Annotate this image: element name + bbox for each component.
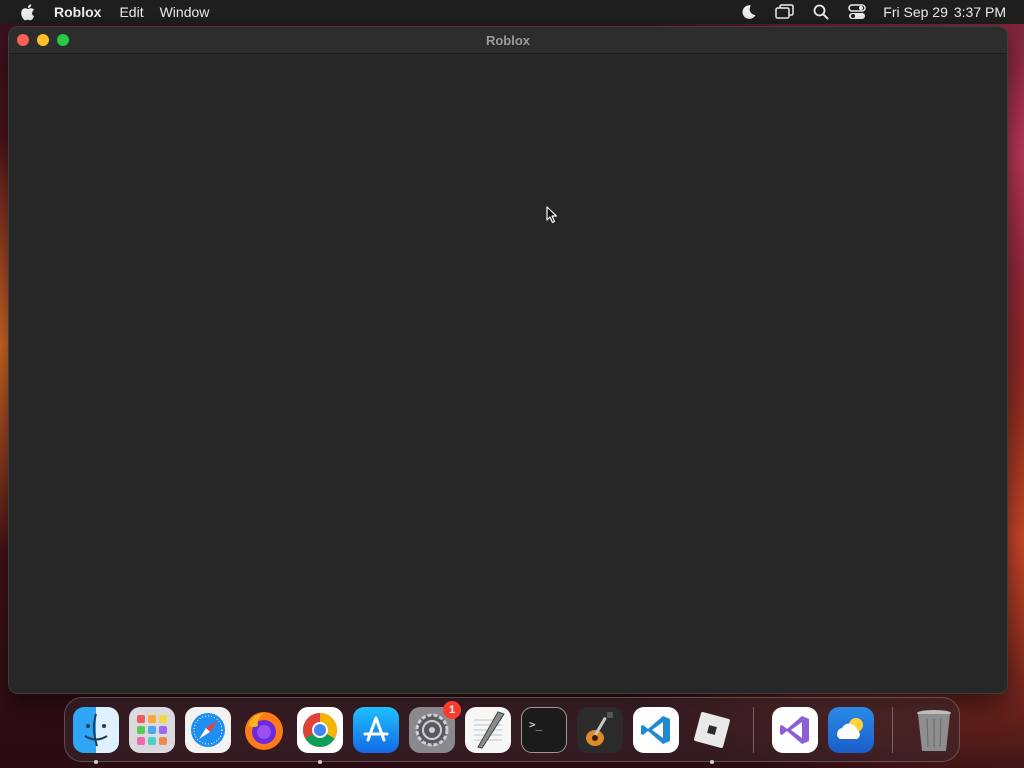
chrome-icon[interactable] bbox=[297, 706, 343, 764]
visual-studio-icon[interactable] bbox=[772, 706, 818, 753]
app-store-icon[interactable] bbox=[353, 706, 399, 753]
terminal-icon[interactable]: >_ bbox=[521, 706, 567, 753]
running-indicator bbox=[94, 759, 98, 764]
weather-icon[interactable] bbox=[828, 706, 874, 753]
screen-mirroring-icon[interactable] bbox=[767, 0, 803, 24]
menu-bar: Roblox Edit Window Fri Sep 29 3:37 PM bbox=[0, 0, 1024, 24]
vscode-icon[interactable] bbox=[633, 706, 679, 753]
running-indicator bbox=[318, 759, 322, 764]
mouse-cursor-icon bbox=[546, 206, 558, 229]
moon-icon[interactable] bbox=[731, 0, 767, 24]
menu-edit[interactable]: Edit bbox=[119, 4, 159, 20]
roblox-icon[interactable] bbox=[689, 707, 735, 764]
notification-badge: 1 bbox=[443, 700, 461, 719]
clock-date: Fri Sep 29 bbox=[883, 4, 948, 20]
menu-bar-clock[interactable]: Fri Sep 29 3:37 PM bbox=[883, 4, 1006, 20]
dock: 1 >_ bbox=[64, 697, 960, 764]
window-content[interactable] bbox=[9, 54, 1007, 693]
clock-time: 3:37 PM bbox=[953, 4, 1006, 20]
app-window: Roblox bbox=[8, 26, 1008, 694]
apple-menu-icon[interactable] bbox=[0, 0, 54, 24]
running-indicator bbox=[710, 759, 714, 764]
menu-window[interactable]: Window bbox=[160, 4, 226, 20]
control-center-icon[interactable] bbox=[839, 0, 875, 24]
search-icon[interactable] bbox=[803, 0, 839, 24]
finder-icon[interactable] bbox=[73, 706, 119, 764]
dock-separator bbox=[753, 706, 754, 753]
menu-app-name[interactable]: Roblox bbox=[54, 4, 119, 20]
system-settings-icon[interactable]: 1 bbox=[409, 700, 461, 753]
window-titlebar[interactable]: Roblox bbox=[9, 27, 1007, 54]
launchpad-icon[interactable] bbox=[129, 706, 175, 753]
window-title: Roblox bbox=[485, 32, 531, 48]
dock-separator bbox=[892, 706, 893, 753]
textedit-icon[interactable] bbox=[465, 706, 511, 753]
garageband-icon[interactable] bbox=[577, 706, 623, 753]
svg-text:>_: >_ bbox=[529, 718, 543, 731]
firefox-icon[interactable] bbox=[241, 707, 287, 753]
safari-icon[interactable] bbox=[185, 706, 231, 753]
trash-icon[interactable] bbox=[911, 707, 957, 753]
